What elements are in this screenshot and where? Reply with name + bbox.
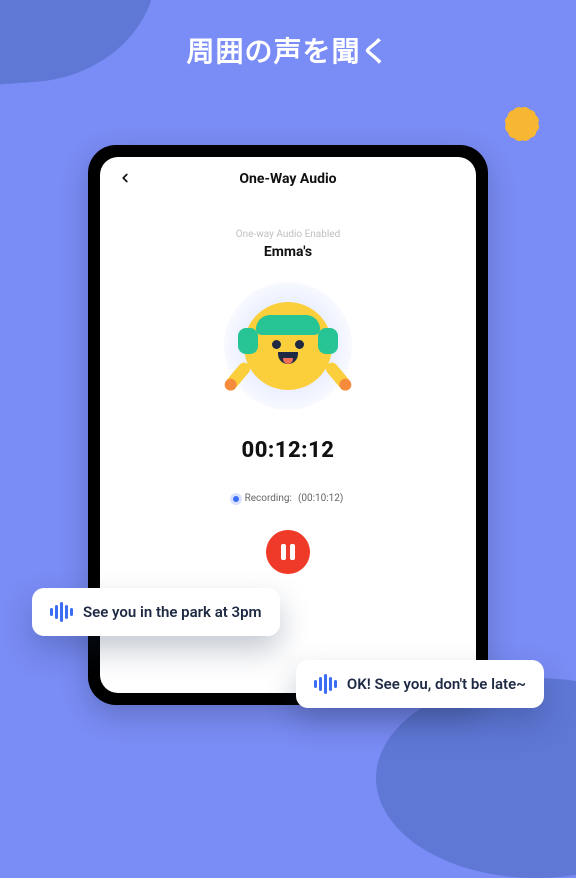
back-button[interactable] bbox=[114, 167, 136, 189]
app-content: One-way Audio Enabled Emma's 00:12:12 bbox=[100, 197, 476, 574]
device-name: Emma's bbox=[100, 244, 476, 260]
avatar-ripple bbox=[224, 282, 352, 410]
recording-status: Recording: (00:10:12) bbox=[100, 493, 476, 504]
audio-wave-icon bbox=[314, 674, 337, 694]
transcript-bubble: OK! See you, don't be late~ bbox=[296, 660, 544, 708]
recording-time: (00:10:12) bbox=[298, 493, 343, 504]
pause-icon bbox=[281, 544, 286, 560]
transcript-bubble: See you in the park at 3pm bbox=[32, 588, 280, 636]
pause-icon bbox=[290, 544, 295, 560]
star-decoration-icon bbox=[503, 105, 541, 143]
transcript-text: See you in the park at 3pm bbox=[83, 603, 262, 621]
background-curve-bottom bbox=[376, 678, 576, 878]
character-avatar-icon bbox=[244, 302, 332, 390]
headline: 周囲の声を聞く bbox=[0, 30, 576, 70]
recording-dot-icon bbox=[233, 496, 239, 502]
audio-wave-icon bbox=[50, 602, 73, 622]
page-title: One-Way Audio bbox=[239, 171, 336, 187]
status-label: One-way Audio Enabled bbox=[100, 229, 476, 240]
recording-label: Recording: bbox=[245, 493, 292, 504]
app-header: One-Way Audio bbox=[100, 161, 476, 197]
pause-button[interactable] bbox=[266, 530, 310, 574]
chevron-left-icon bbox=[118, 171, 132, 185]
elapsed-timer: 00:12:12 bbox=[100, 438, 476, 463]
transcript-text: OK! See you, don't be late~ bbox=[347, 675, 526, 693]
